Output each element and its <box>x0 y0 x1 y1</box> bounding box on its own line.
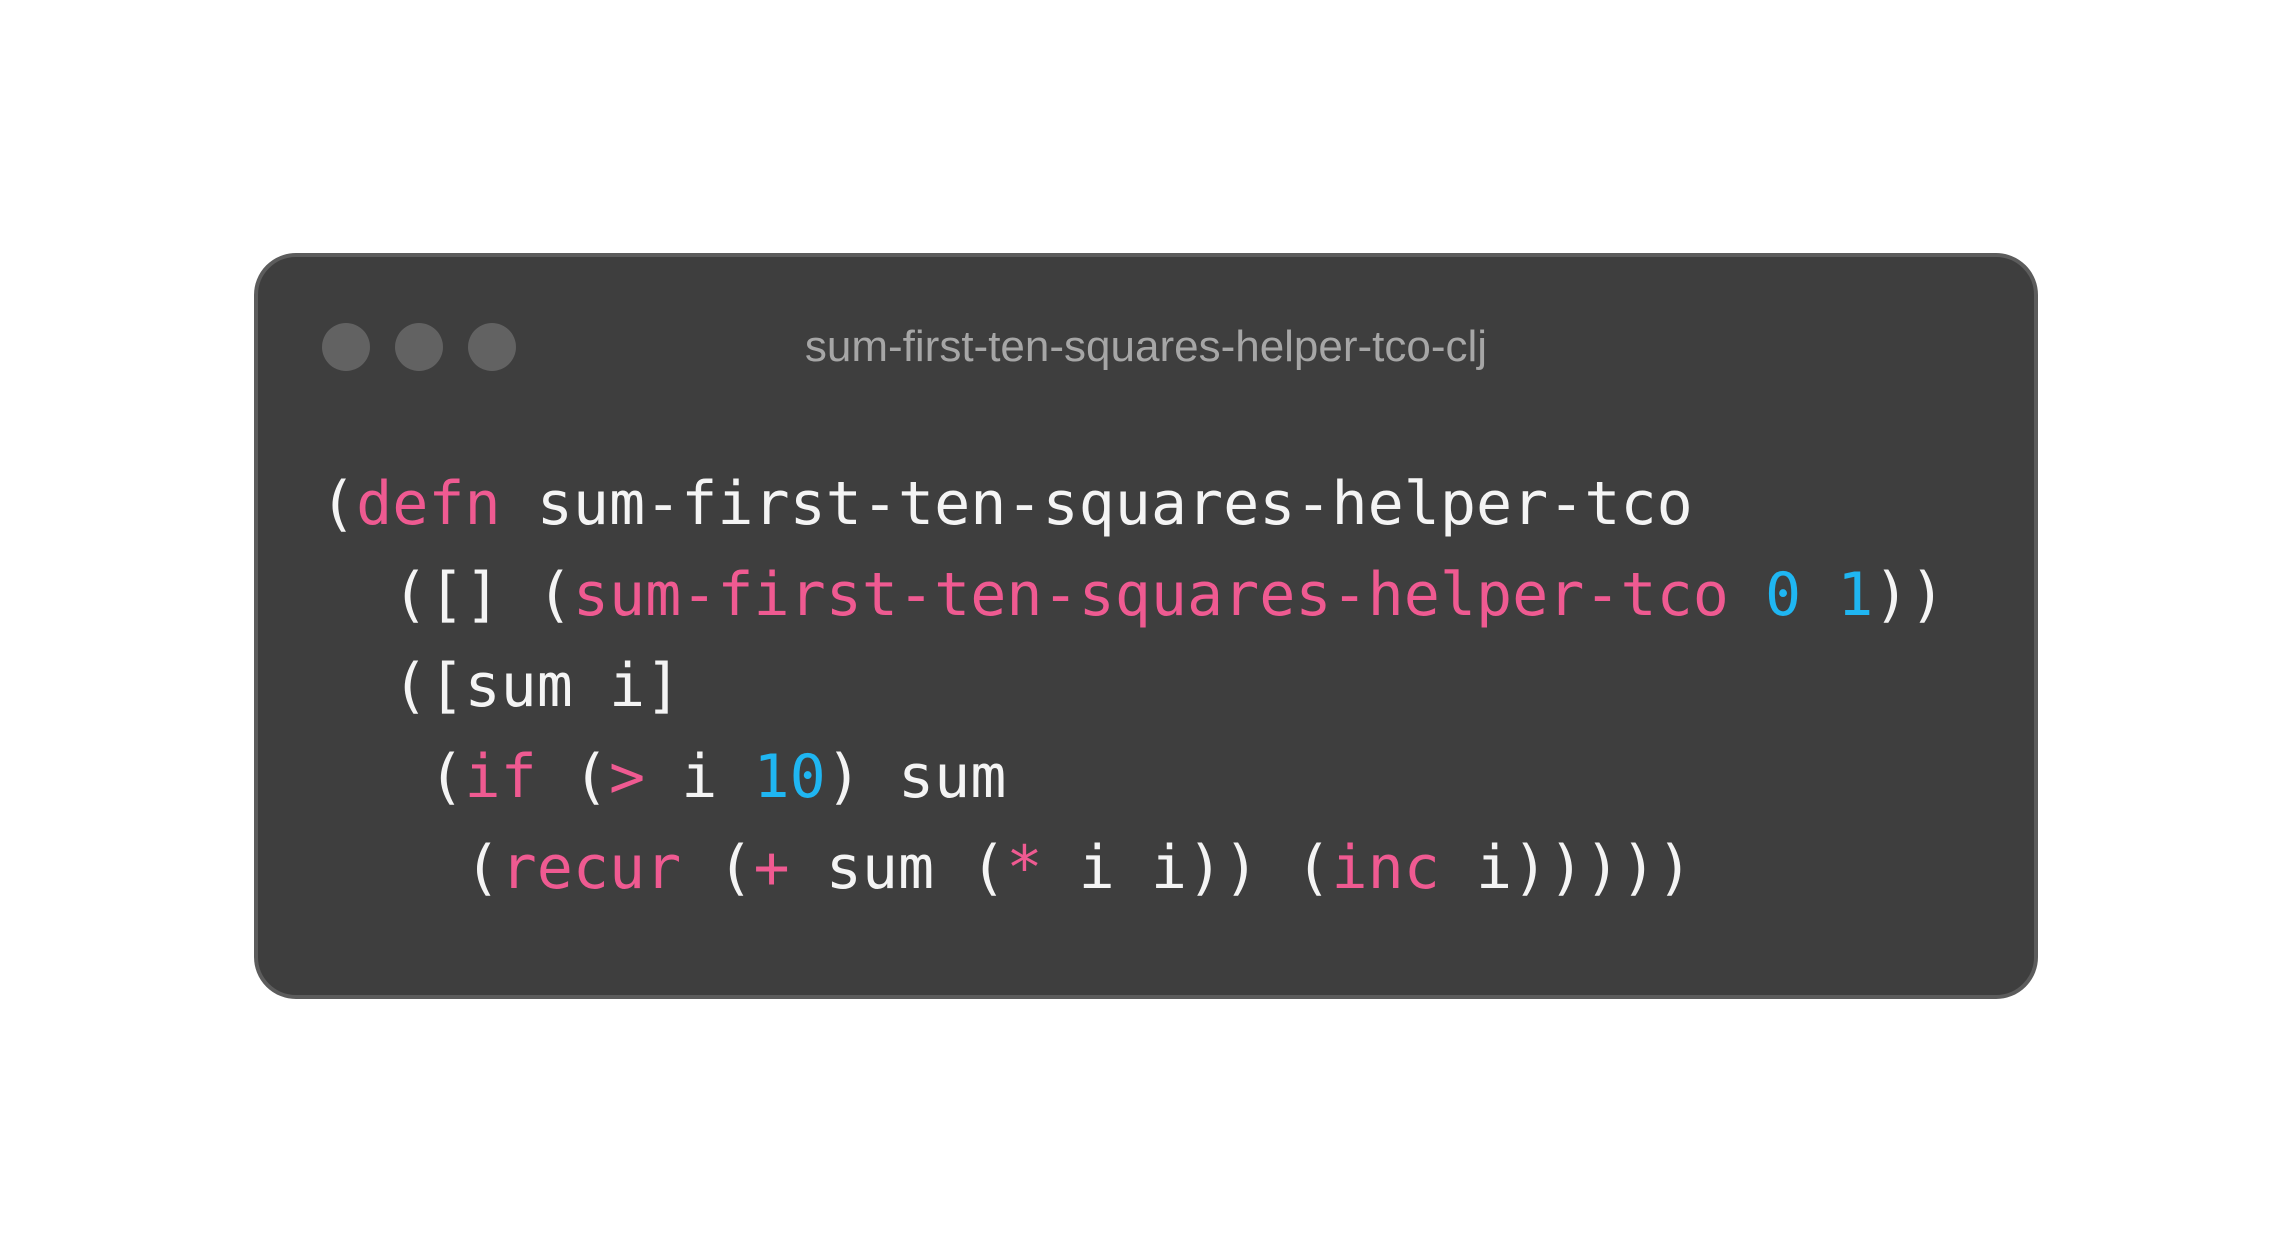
code-block: (defn sum-first-ten-squares-helper-tco (… <box>320 459 1946 914</box>
code-line: (defn sum-first-ten-squares-helper-tco <box>320 459 1946 550</box>
code-number-token: 0 <box>1764 560 1802 630</box>
code-line: ([] (sum-first-ten-squares-helper-tco 0 … <box>320 550 1946 641</box>
code-line: (recur (+ sum (* i i)) (inc i))))) <box>320 823 1946 914</box>
code-line: ([sum i] <box>320 641 1946 732</box>
code-number-token: 1 <box>1837 560 1874 630</box>
window-title: sum-first-ten-squares-helper-tco-clj <box>804 322 1488 371</box>
code-text-token: sum ( <box>789 833 1007 903</box>
code-text-token: ([sum i] <box>320 651 682 721</box>
code-keyword-token: sum-first-ten-squares-helper-tco <box>572 560 1729 630</box>
code-text-token: ( <box>320 742 465 812</box>
code-text-token: ( <box>320 469 357 539</box>
code-text-token: sum-first-ten-squares-helper-tco <box>500 469 1693 539</box>
code-keyword-token: * <box>1006 833 1043 903</box>
code-window: sum-first-ten-squares-helper-tco-clj (de… <box>254 253 2038 999</box>
code-text-token: ( <box>681 833 754 903</box>
code-text-token: i <box>645 742 754 812</box>
code-keyword-token: if <box>464 742 537 812</box>
code-text-token: ( <box>536 742 609 812</box>
code-text-token: i i)) ( <box>1042 833 1332 903</box>
code-text-token: ([] ( <box>320 560 573 630</box>
code-text-token: i))))) <box>1439 833 1693 903</box>
code-keyword-token: > <box>609 742 646 812</box>
code-text-token: ( <box>320 833 501 903</box>
code-text-token: )) <box>1873 560 1946 630</box>
code-text-token: ) sum <box>825 742 1007 812</box>
code-keyword-token: inc <box>1331 833 1440 903</box>
title-bar: sum-first-ten-squares-helper-tco-clj <box>258 257 2034 387</box>
code-keyword-token: + <box>753 833 790 903</box>
code-number-token: 10 <box>753 742 826 812</box>
code-keyword-token: defn <box>356 469 501 539</box>
code-keyword-token: recur <box>500 833 682 903</box>
code-line: (if (> i 10) sum <box>320 732 1946 823</box>
